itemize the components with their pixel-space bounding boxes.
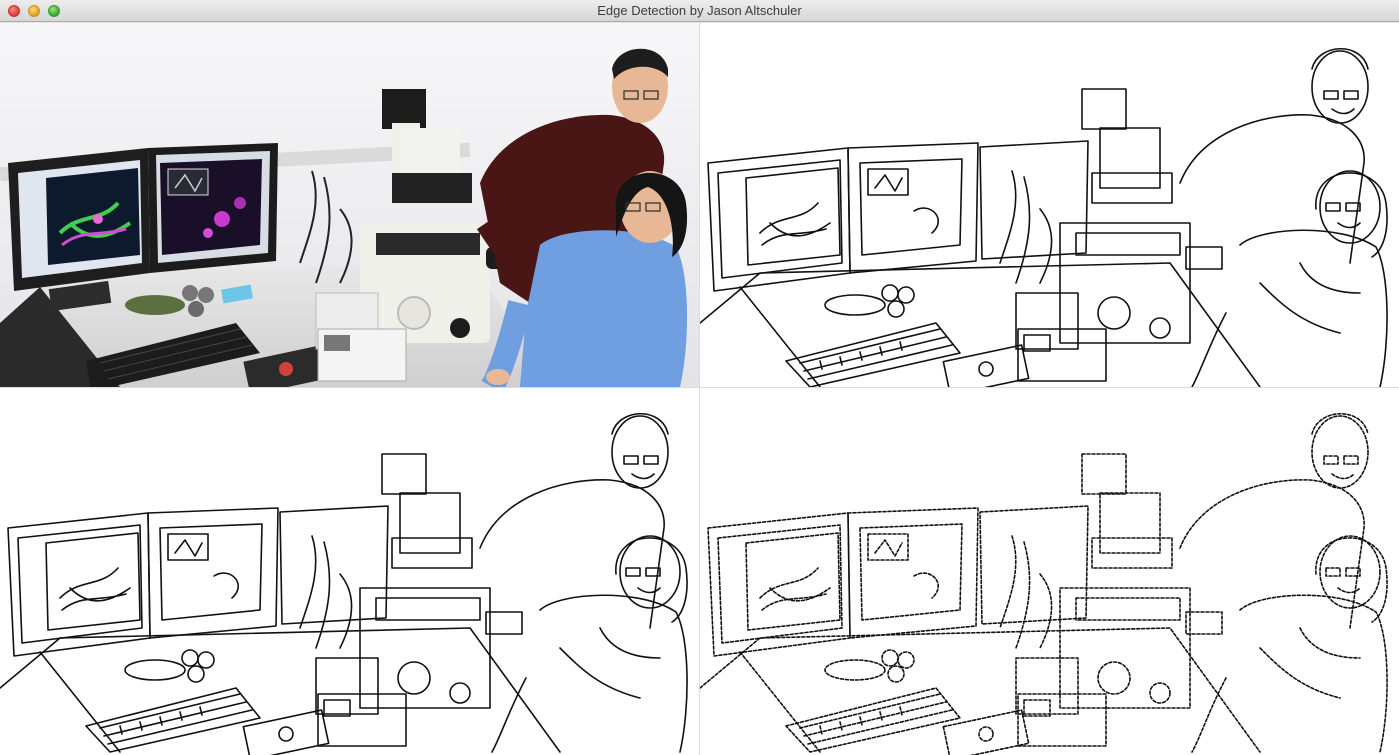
image-grid — [0, 23, 1399, 755]
edge-map-3 — [700, 412, 1388, 755]
original-photo — [0, 23, 699, 387]
edge-map-panel-3 — [700, 388, 1399, 755]
edge-map-1 — [700, 47, 1388, 387]
edge-map-2 — [0, 412, 688, 755]
window-title: Edge Detection by Jason Altschuler — [597, 3, 802, 18]
title-bar[interactable]: Edge Detection by Jason Altschuler — [0, 0, 1399, 22]
right-monitor — [148, 143, 278, 273]
original-photo-panel — [0, 23, 699, 387]
app-window: Edge Detection by Jason Altschuler — [0, 0, 1399, 755]
edge-map-panel-2 — [0, 388, 699, 755]
edge-map-panel-1 — [700, 23, 1399, 387]
